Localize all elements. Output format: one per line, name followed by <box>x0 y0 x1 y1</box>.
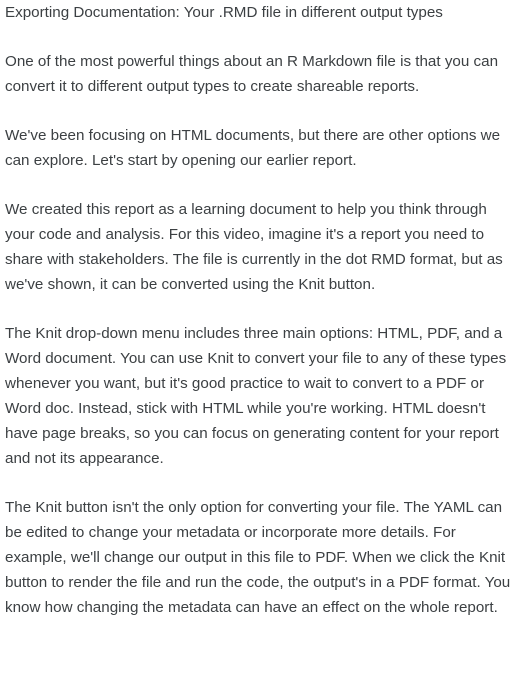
transcript-document: Exporting Documentation: Your .RMD file … <box>0 0 512 620</box>
paragraph-2: We've been focusing on HTML documents, b… <box>5 127 501 169</box>
paragraph-1: One of the most powerful things about an… <box>5 53 499 95</box>
paragraph-3: We created this report as a learning doc… <box>5 201 503 293</box>
document-title: Exporting Documentation: Your .RMD file … <box>5 4 443 21</box>
paragraph-4: The Knit drop-down menu includes three m… <box>5 325 507 467</box>
paragraph-5: The Knit button isn't the only option fo… <box>5 499 511 616</box>
